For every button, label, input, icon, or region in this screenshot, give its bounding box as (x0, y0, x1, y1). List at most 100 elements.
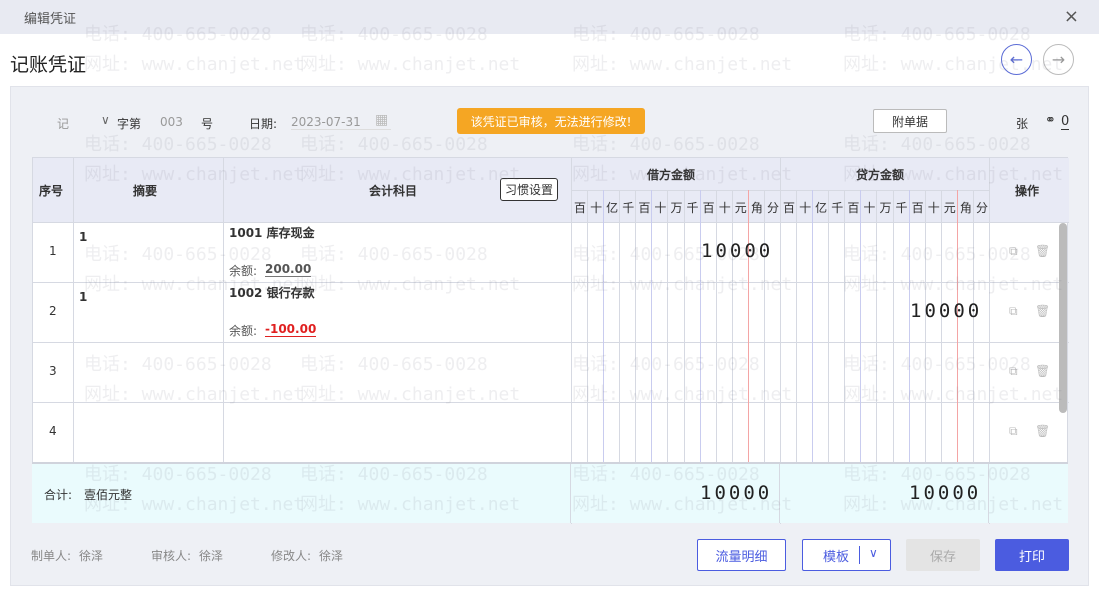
digit-unit-header: 角 (959, 201, 972, 215)
header-actions: 操作 (1015, 184, 1040, 198)
trash-icon[interactable]: 🗑 (1035, 364, 1050, 378)
credit-amount[interactable]: 10000 (910, 300, 982, 322)
digit-divider (908, 190, 910, 463)
word-label: 字第 (117, 117, 142, 131)
row-divider (33, 342, 1069, 343)
modifier-label: 修改人: (271, 549, 312, 563)
close-icon[interactable]: × (1064, 6, 1079, 27)
digit-divider (828, 190, 830, 463)
digit-unit-header: 百 (702, 201, 715, 215)
trash-icon[interactable]: 🗑 (1035, 424, 1050, 438)
arrow-right-icon: → (1051, 50, 1066, 69)
copy-icon[interactable]: ⧉ (1009, 304, 1018, 319)
digit-unit-header: 十 (654, 201, 667, 215)
digit-unit-header: 十 (590, 201, 603, 215)
balance-label: 余额: (229, 264, 258, 278)
col-divider (73, 158, 74, 463)
prev-voucher-button[interactable]: ← (1001, 44, 1032, 75)
watermark-site: 网址: www.chanjet.net (84, 54, 305, 75)
habit-settings-button[interactable]: 习惯设置 (500, 178, 559, 201)
digit-unit-header: 分 (975, 201, 988, 215)
voucher-number-input[interactable]: 003 (160, 115, 183, 129)
voucher-type-select[interactable]: 记 (57, 115, 69, 132)
digit-divider (940, 190, 942, 463)
digit-unit-header: 亿 (815, 201, 828, 215)
number-suffix: 号 (201, 117, 214, 131)
digit-divider (812, 190, 814, 463)
chevron-down-icon[interactable]: ∨ (101, 113, 110, 127)
row-divider (33, 402, 1069, 403)
col-divider (570, 464, 571, 523)
arrow-left-icon: ← (1009, 50, 1024, 69)
balance-value: -100.00 (265, 322, 317, 337)
digit-divider (844, 190, 846, 463)
calendar-icon[interactable]: ▦ (375, 112, 388, 128)
attachment-button[interactable]: 附单据 (873, 109, 947, 133)
auditor-label: 审核人: (151, 549, 192, 563)
page-title: 记账凭证 (10, 54, 87, 76)
digit-divider (603, 190, 605, 463)
template-button[interactable]: 模板 ∨ (802, 539, 891, 571)
row-account[interactable]: 1002 银行存款 (229, 284, 315, 301)
table-scrollbar[interactable] (1059, 223, 1067, 413)
digit-divider (972, 190, 974, 463)
digit-unit-header: 万 (879, 201, 892, 215)
digit-divider (763, 190, 765, 463)
sheet-label: 张 (1016, 117, 1029, 131)
total-debit: 10000 (700, 482, 773, 504)
row-account[interactable]: 1001 库存现金 (229, 224, 315, 241)
modifier-name: 徐泽 (319, 549, 344, 563)
header-index: 序号 (39, 184, 64, 198)
save-button[interactable]: 保存 (906, 539, 980, 571)
col-divider (988, 464, 989, 523)
row-summary[interactable]: 1 (79, 290, 87, 304)
digit-unit-header: 元 (734, 201, 747, 215)
link-icon[interactable]: ⚭ (1045, 113, 1056, 128)
digit-divider (731, 190, 733, 463)
digit-unit-header: 十 (799, 201, 812, 215)
header-summary: 摘要 (133, 184, 158, 198)
header-account: 会计科目 (369, 184, 418, 198)
digit-unit-header: 十 (863, 201, 876, 215)
digit-unit-header: 百 (574, 201, 587, 215)
trash-icon[interactable]: 🗑 (1035, 304, 1050, 318)
digit-divider (587, 190, 589, 463)
digit-unit-header: 百 (638, 201, 651, 215)
link-count[interactable]: 0 (1061, 114, 1070, 130)
copy-icon[interactable]: ⧉ (1009, 424, 1018, 439)
digit-unit-header: 百 (783, 201, 796, 215)
debit-amount[interactable]: 10000 (701, 240, 773, 262)
digit-unit-header: 百 (847, 201, 860, 215)
trash-icon[interactable]: 🗑 (1035, 244, 1050, 258)
split-divider (859, 546, 860, 564)
digit-unit-header: 万 (670, 201, 683, 215)
voucher-panel: 记 ∨ 字第 003 号 日期: 2023-07-31 ▦ 该凭证已审核，无法进… (10, 86, 1089, 586)
digit-unit-header: 亿 (606, 201, 619, 215)
window-titlebar: 编辑凭证 × (0, 0, 1099, 34)
digit-unit-header: 千 (686, 201, 699, 215)
digit-unit-header: 千 (895, 201, 908, 215)
copy-icon[interactable]: ⧉ (1009, 364, 1018, 379)
digit-unit-header: 十 (927, 201, 940, 215)
row-summary[interactable]: 1 (79, 230, 87, 244)
date-label: 日期: (249, 117, 278, 131)
digit-divider (635, 190, 637, 463)
flow-detail-button[interactable]: 流量明细 (697, 539, 786, 571)
digit-divider (651, 190, 653, 463)
digit-unit-header: 十 (718, 201, 731, 215)
copy-icon[interactable]: ⧉ (1009, 244, 1018, 259)
total-credit: 10000 (909, 482, 982, 504)
auditor-name: 徐泽 (199, 549, 224, 563)
print-button[interactable]: 打印 (995, 539, 1069, 571)
row-divider (33, 282, 1069, 283)
next-voucher-button[interactable]: → (1043, 44, 1074, 75)
total-row: 合计: 壹佰元整 10000 10000 (32, 462, 1068, 523)
watermark-site: 网址: www.chanjet.net (300, 54, 521, 75)
row-index: 1 (49, 244, 57, 258)
row-divider (33, 222, 1069, 223)
digit-unit-header: 百 (911, 201, 924, 215)
chevron-down-icon[interactable]: ∨ (869, 546, 878, 560)
digit-divider (715, 190, 717, 463)
digit-divider (796, 190, 798, 463)
digit-unit-header: 元 (943, 201, 956, 215)
